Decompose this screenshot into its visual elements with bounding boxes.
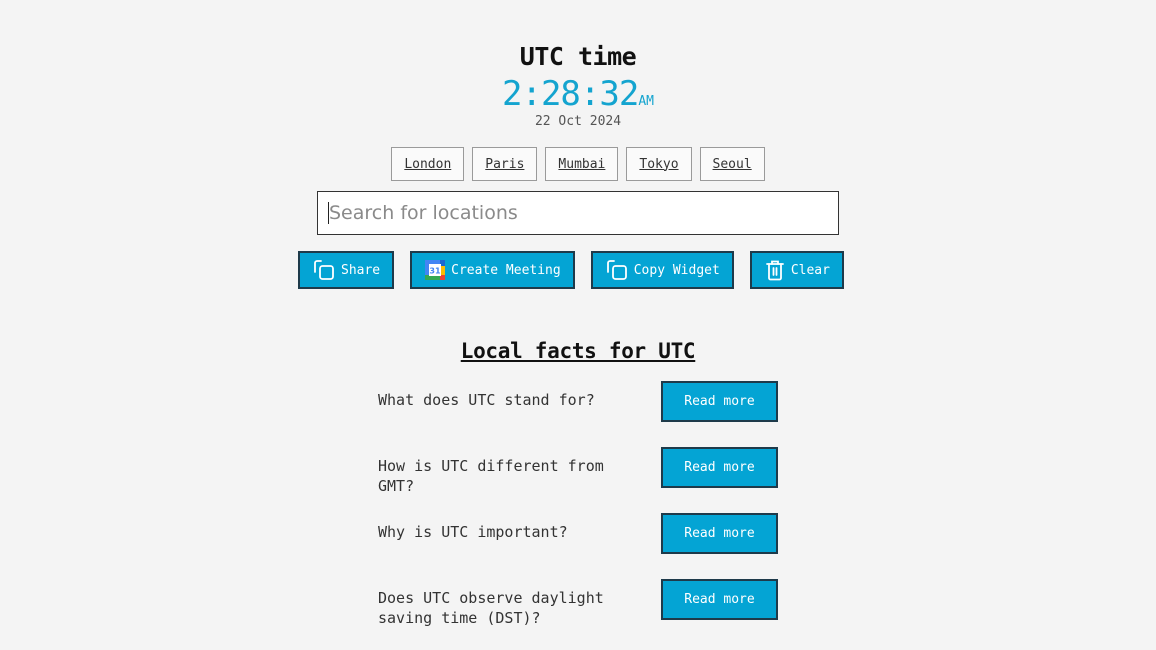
city-link-mumbai[interactable]: Mumbai	[545, 147, 619, 181]
read-more-button[interactable]: Read more	[661, 447, 778, 488]
read-more-button[interactable]: Read more	[661, 579, 778, 620]
create-meeting-label: Create Meeting	[451, 262, 561, 278]
clear-button[interactable]: Clear	[749, 251, 844, 289]
read-more-button[interactable]: Read more	[661, 513, 778, 554]
copy-icon	[312, 258, 336, 282]
fact-question: How is UTC different from GMT?	[378, 457, 604, 495]
copy-icon	[605, 258, 629, 282]
calendar-icon: 31	[424, 259, 446, 281]
clock-ampm: AM	[638, 94, 654, 109]
trash-icon	[764, 259, 786, 281]
search-input[interactable]	[318, 192, 838, 234]
city-shortcuts: London Paris Mumbai Tokyo Seoul	[0, 147, 1156, 181]
clear-label: Clear	[790, 262, 830, 278]
copy-widget-label: Copy Widget	[633, 262, 720, 278]
page-title: UTC time	[519, 42, 637, 71]
fact-question: Does UTC observe daylight saving time (D…	[378, 589, 604, 627]
facts-heading: Local facts for UTC	[460, 339, 696, 363]
clock-date: 22 Oct 2024	[534, 114, 622, 129]
city-link-paris[interactable]: Paris	[472, 147, 538, 181]
text-caret	[328, 202, 329, 224]
fact-question: Why is UTC important?	[378, 523, 568, 541]
share-button[interactable]: Share	[298, 251, 395, 289]
city-link-tokyo[interactable]: Tokyo	[626, 147, 692, 181]
share-label: Share	[341, 262, 381, 278]
search-box	[317, 191, 839, 235]
fact-question: What does UTC stand for?	[378, 391, 595, 409]
clock-time: 2:28:32	[502, 74, 639, 114]
copy-widget-button[interactable]: Copy Widget	[590, 251, 734, 289]
action-toolbar: Share 31 Create Meeting Copy Widget Clea…	[298, 251, 844, 289]
svg-text:31: 31	[430, 267, 442, 276]
create-meeting-button[interactable]: 31 Create Meeting	[410, 251, 575, 289]
city-link-seoul[interactable]: Seoul	[699, 147, 765, 181]
city-link-london[interactable]: London	[391, 147, 465, 181]
clock-display: 2:28:32AM	[0, 74, 1156, 114]
read-more-button[interactable]: Read more	[661, 381, 778, 422]
